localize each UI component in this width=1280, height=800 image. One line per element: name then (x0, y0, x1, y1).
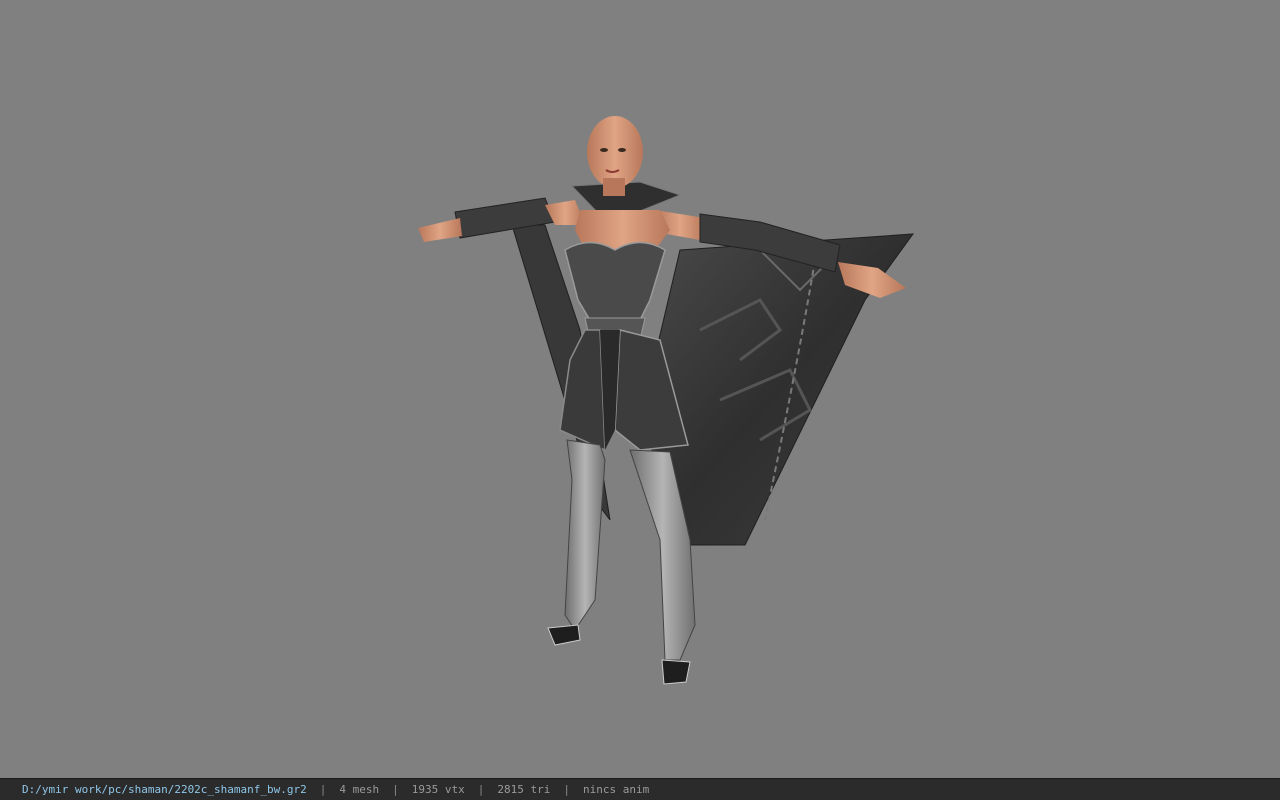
separator: | (563, 783, 570, 796)
torso (564, 210, 670, 341)
status-bar: D:/ymir work/pc/shaman/2202c_shamanf_bw.… (0, 778, 1280, 800)
mesh-count: 4 mesh (339, 783, 380, 796)
animation-status: nincs anim (583, 783, 650, 796)
head (570, 116, 682, 216)
separator: | (392, 783, 399, 796)
character-model-render (418, 116, 915, 685)
separator: | (477, 783, 485, 796)
arm-left (418, 197, 585, 242)
separator: | (319, 783, 327, 796)
file-path: D:/ymir work/pc/shaman/2202c_shamanf_bw.… (22, 783, 307, 796)
leg-left (547, 439, 606, 646)
vertex-count: 1935 vtx (411, 783, 465, 796)
3d-viewport[interactable] (0, 0, 1280, 778)
triangle-count: 2815 tri (497, 783, 551, 796)
